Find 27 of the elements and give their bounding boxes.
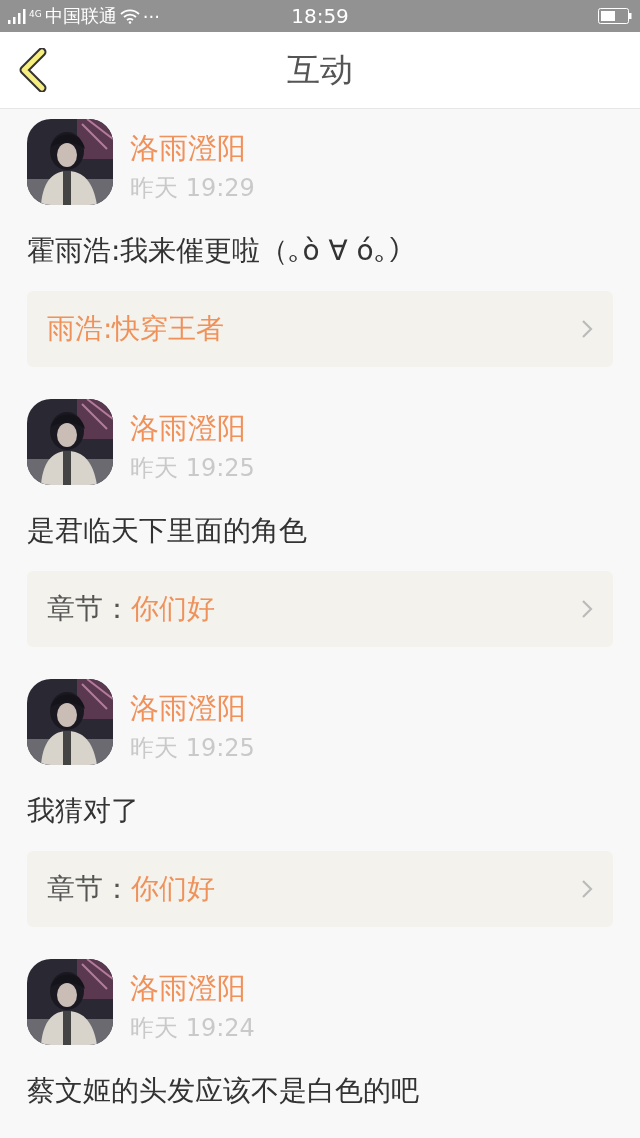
chevron-icon xyxy=(581,319,593,339)
chevron-icon xyxy=(581,879,593,899)
link-text: 章节：你们好 xyxy=(47,591,216,627)
link-card[interactable]: 雨浩:快穿王者 xyxy=(27,291,613,367)
comment-text: 是君临天下里面的角色 xyxy=(27,513,308,549)
comment-text: 霍雨浩:我来催更啦（｡ò ∀ ó｡） xyxy=(27,233,417,269)
link-text: 章节：你们好 xyxy=(47,871,216,907)
clock: 18:59 xyxy=(291,4,349,28)
more-dots: ··· xyxy=(142,5,160,27)
user-name[interactable]: 洛雨澄阳 xyxy=(130,689,255,727)
link-card[interactable]: 章节：你们好 xyxy=(27,571,613,647)
carrier-name: 中国联通 xyxy=(44,4,117,28)
link-text: 雨浩:快穿王者 xyxy=(47,311,226,347)
user-name[interactable]: 洛雨澄阳 xyxy=(130,409,255,447)
comment-text: 我猜对了 xyxy=(27,793,140,829)
link-card[interactable]: 章节：你们好 xyxy=(27,851,613,927)
user-name[interactable]: 洛雨澄阳 xyxy=(130,129,255,167)
comment-text: 蔡文姬的头发应该不是白色的吧 xyxy=(27,1073,420,1109)
network-type: 4G xyxy=(29,10,42,19)
user-name[interactable]: 洛雨澄阳 xyxy=(130,969,255,1007)
battery-icon xyxy=(598,8,632,24)
back-icon xyxy=(18,48,48,92)
chevron-icon xyxy=(581,599,593,619)
page-title: 互动 xyxy=(287,48,353,91)
signal-icon xyxy=(8,8,26,24)
wifi-icon xyxy=(119,8,140,24)
back-button[interactable] xyxy=(18,48,48,92)
